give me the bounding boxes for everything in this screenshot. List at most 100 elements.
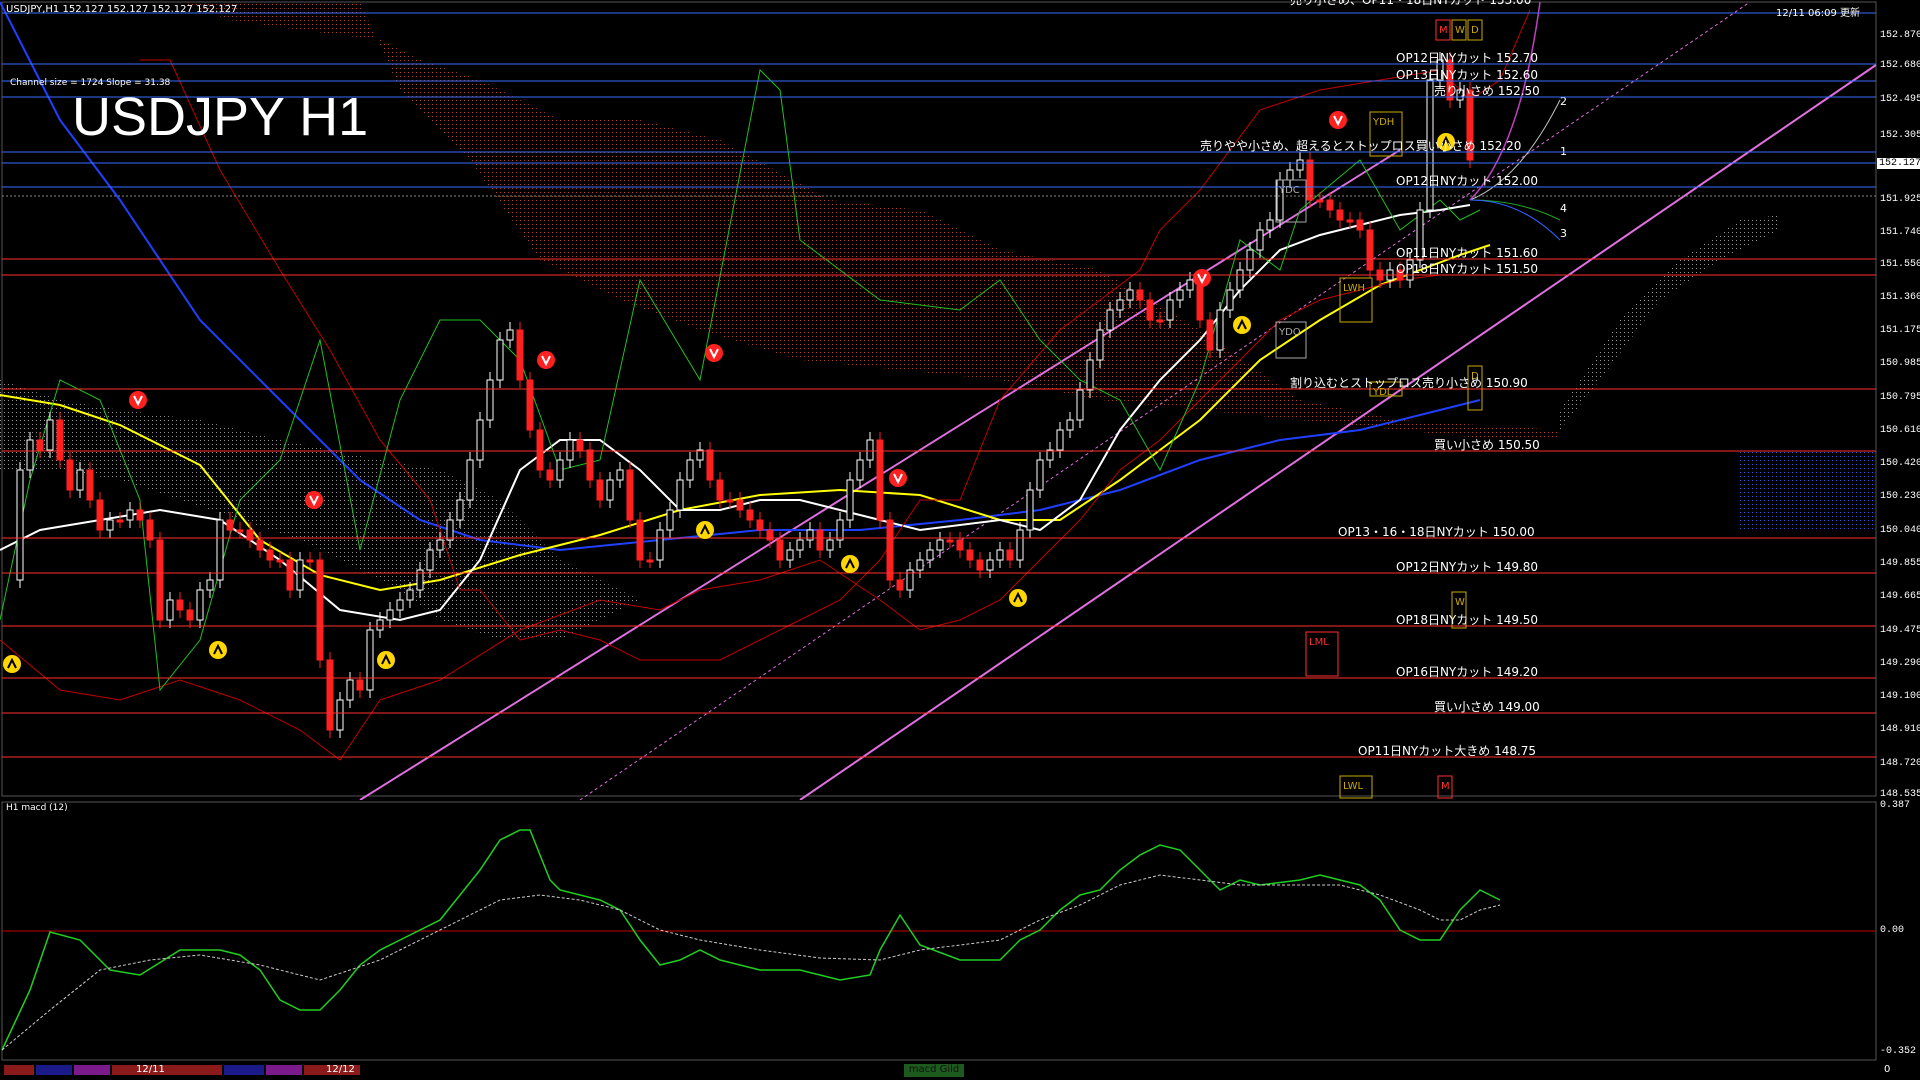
candle-body [126, 509, 134, 521]
candle-body [756, 519, 764, 531]
price-tick-label: 150.230 [1880, 491, 1920, 502]
fractal-up-marker [3, 655, 21, 673]
price-tick-label: 151.175 [1880, 325, 1920, 336]
candle-body [56, 419, 64, 461]
candle-body [1356, 219, 1364, 231]
candle-body [916, 559, 924, 571]
candle-body [1286, 169, 1294, 181]
candle-body [846, 479, 854, 521]
ydh-box-label: YDH [1372, 117, 1394, 128]
candle-body [1346, 219, 1354, 223]
price-tick-label: 150.420 [1880, 458, 1920, 469]
level-label: OP12日NYカット 149.80 [1396, 560, 1539, 574]
candle-body [836, 519, 844, 541]
candle-body [236, 529, 244, 533]
fractal-down-marker [889, 469, 907, 487]
ichimoku-cloud-blue [1740, 450, 1876, 530]
candle-body [486, 379, 494, 421]
candle-body [136, 509, 144, 521]
candle-body [36, 439, 44, 451]
candle-body [226, 519, 234, 531]
candle-body [346, 679, 354, 701]
candle-body [176, 599, 184, 611]
level-label: 買い小さめ 149.00 [1434, 700, 1540, 714]
price-tick-label: 148.910 [1880, 724, 1920, 735]
candle-body [166, 599, 174, 621]
candle-body [266, 549, 274, 561]
candle-body [1256, 229, 1264, 251]
candle-body [866, 439, 874, 461]
candle-body [676, 479, 684, 511]
candle-body [996, 549, 1004, 561]
fractal-up-marker [1233, 316, 1251, 334]
candle-body [986, 559, 994, 571]
candle-body [116, 519, 124, 523]
candle-body [1146, 299, 1154, 321]
price-tick-label: 152.870 [1880, 30, 1920, 41]
level-label: OP18日NYカット 149.50 [1396, 613, 1539, 627]
price-tick-label: 148.535 [1880, 789, 1920, 800]
candle-body [966, 549, 974, 561]
d-box-label: D [1471, 25, 1479, 36]
price-tick-label: 150.610 [1880, 425, 1920, 436]
level-label: OP13日NYカット 152.60 [1396, 68, 1539, 82]
fractal-up-marker [1009, 589, 1027, 607]
candle-body [546, 469, 554, 481]
candle-body [206, 579, 214, 591]
timestamp: 12/11 06:09 更新 [1776, 8, 1860, 19]
candle-body [1186, 279, 1194, 291]
price-tick-label: 149.855 [1880, 558, 1920, 569]
projection-label: 3 [1560, 227, 1567, 240]
level-label: OP16日NYカット 149.20 [1396, 665, 1539, 679]
candle-body [436, 539, 444, 551]
price-tick-label: 149.290 [1880, 658, 1920, 669]
candle-body [376, 619, 384, 631]
candle-body [1166, 299, 1174, 321]
level-label: 買い小さめ 150.50 [1434, 438, 1540, 452]
candle-body [1316, 199, 1324, 203]
price-tick-label: 150.795 [1880, 392, 1920, 403]
candle-body [626, 469, 634, 521]
candle-body [556, 459, 564, 481]
candle-body [1096, 329, 1104, 361]
price-tick-label: 151.550 [1880, 259, 1920, 270]
price-tick-label: 152.495 [1880, 94, 1920, 105]
m-box-label: M [1439, 25, 1448, 36]
candle-body [826, 539, 834, 551]
level-label: OP12日NYカット 152.00 [1396, 174, 1539, 188]
level-label: 売りやや小さめ、超えるとストップロス買い小さめ 152.20 [1200, 139, 1522, 153]
candle-body [896, 579, 904, 591]
price-tick-label: 149.475 [1880, 625, 1920, 636]
candle-body [646, 559, 654, 563]
fractal-up-marker [841, 555, 859, 573]
candle-body [1036, 459, 1044, 491]
fractal-down-marker [305, 491, 323, 509]
candle-body [506, 329, 514, 341]
price-tick-label: 152.305 [1880, 130, 1920, 141]
candle-body [1076, 389, 1084, 421]
price-tick-label: 149.100 [1880, 691, 1920, 702]
candle-body [156, 539, 164, 621]
candle-body [96, 499, 104, 531]
candle-body [856, 459, 864, 481]
candle-body [586, 449, 594, 481]
candle-body [786, 549, 794, 561]
top-level-label: 売り小さめ、OP11・18日NYカット 153.00 [1290, 0, 1532, 7]
price-tick-label: 151.740 [1880, 227, 1920, 238]
lwl-box-label: LWL [1343, 781, 1364, 792]
candle-body [736, 499, 744, 511]
candle-body [396, 599, 404, 611]
candle-body [1136, 289, 1144, 301]
indicator-tab[interactable]: macd Gild [904, 1064, 964, 1077]
macd-panel[interactable] [0, 800, 1920, 1062]
level-label: OP12日NYカット 152.70 [1396, 51, 1539, 65]
candle-body [636, 519, 644, 561]
lwh-box-label: LWH [1343, 283, 1365, 294]
price-tick-label: 151.360 [1880, 292, 1920, 303]
candle-body [1176, 289, 1184, 301]
candle-body [1226, 289, 1234, 311]
candle-body [356, 679, 364, 691]
chart-window[interactable]: 1234 YDHYDCYDOYDLLWHLMLLWLMWDMDW [0, 0, 1920, 1080]
candle-body [1236, 269, 1244, 291]
candle-body [746, 509, 754, 521]
